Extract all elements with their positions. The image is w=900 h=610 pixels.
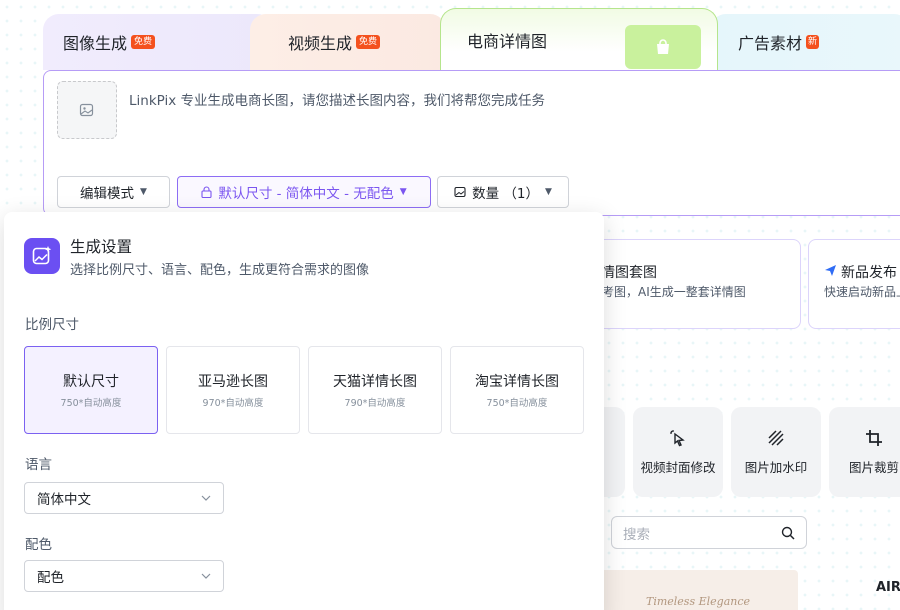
- generation-settings-panel: 生成设置 选择比例尺寸、语言、配色，生成更符合需求的图像 比例尺寸 默认尺寸 7…: [4, 212, 604, 610]
- image-icon: [454, 186, 466, 198]
- tab-image-generation[interactable]: 图像生成 免费: [43, 14, 273, 70]
- color-select[interactable]: 配色: [24, 560, 224, 592]
- language-select[interactable]: 简体中文: [24, 482, 224, 514]
- prompt-placeholder[interactable]: LinkPix 专业生成电商长图，请您描述长图内容，我们将帮您完成任务: [129, 89, 545, 109]
- ratio-size: 750*自动高度: [60, 398, 122, 409]
- settings-sparkle-icon: [24, 238, 60, 274]
- tab-ecommerce-detail[interactable]: 电商详情图: [440, 8, 718, 70]
- tool-label: 视频封面修改: [640, 459, 716, 475]
- lock-icon: [201, 186, 212, 198]
- ratio-size: 790*自动高度: [344, 398, 406, 409]
- image-upload-slot[interactable]: [57, 81, 117, 139]
- ratio-option-tmall[interactable]: 天猫详情长图 790*自动高度: [308, 346, 442, 434]
- language-value: 简体中文: [37, 492, 91, 508]
- shopping-bag-icon: [625, 25, 701, 69]
- prompt-box[interactable]: LinkPix 专业生成电商长图，请您描述长图内容，我们将帮您完成任务 编辑模式…: [43, 70, 900, 216]
- pointer-click-icon: [670, 429, 685, 446]
- tool-image-crop[interactable]: 图片裁剪: [829, 407, 900, 497]
- send-icon: [825, 265, 836, 276]
- tool-video-cover-edit[interactable]: 视频封面修改: [633, 407, 723, 497]
- tool-label: 图片加水印: [744, 459, 808, 475]
- card-desc: 考图，AI生成一整套详情图: [602, 285, 746, 299]
- card-title: 情图套图: [601, 265, 657, 281]
- panel-subtitle: 选择比例尺寸、语言、配色，生成更符合需求的图像: [70, 263, 370, 278]
- chevron-down-icon: ▼: [544, 187, 552, 197]
- edit-mode-dropdown[interactable]: 编辑模式 ▼: [57, 176, 170, 208]
- ratio-size: 970*自动高度: [202, 398, 264, 409]
- ratio-size: 750*自动高度: [486, 398, 548, 409]
- tab-label: 视频生成: [288, 34, 353, 53]
- crop-icon: [866, 429, 882, 446]
- color-section-label: 配色: [25, 537, 52, 553]
- search-placeholder: 搜索: [623, 526, 650, 543]
- size-language-color-dropdown[interactable]: 默认尺寸 - 简体中文 - 无配色 ▼: [177, 176, 431, 208]
- thumbnail-label: AIR: [876, 580, 900, 595]
- chevron-down-icon: ▼: [399, 187, 407, 197]
- chevron-down-icon: [201, 495, 211, 501]
- card-title: 新品发布: [841, 265, 897, 281]
- ratio-option-default[interactable]: 默认尺寸 750*自动高度: [24, 346, 158, 434]
- ratio-name: 默认尺寸: [63, 374, 119, 390]
- color-value: 配色: [37, 570, 64, 586]
- count-label: 数量 （1）: [472, 186, 539, 202]
- panel-title: 生成设置: [70, 238, 133, 256]
- tab-label: 电商详情图: [467, 31, 548, 51]
- mode-label: 编辑模式: [80, 186, 135, 202]
- quantity-dropdown[interactable]: 数量 （1） ▼: [437, 176, 569, 208]
- thumbnail-caption: Timeless Elegance: [645, 595, 751, 608]
- card-desc: 快速启动新品上: [824, 285, 900, 299]
- chevron-down-icon: ▼: [140, 187, 147, 197]
- tab-label: 广告素材: [738, 34, 803, 53]
- search-icon[interactable]: [781, 526, 795, 540]
- ratio-name: 淘宝详情长图: [475, 374, 559, 390]
- add-image-icon: [79, 103, 94, 117]
- ratio-name: 亚马逊长图: [198, 374, 268, 390]
- tool-image-watermark[interactable]: 图片加水印: [731, 407, 821, 497]
- free-badge: 免费: [356, 35, 381, 49]
- ratio-section-label: 比例尺寸: [25, 317, 79, 333]
- tab-video-generation[interactable]: 视频生成 免费: [250, 14, 446, 70]
- watermark-icon: [768, 429, 784, 446]
- free-badge: 免费: [131, 35, 156, 49]
- tab-ad-material[interactable]: 广告素材 新: [710, 14, 900, 70]
- template-thumbnail[interactable]: Timeless Elegance: [598, 570, 798, 610]
- feature-card-new-launch[interactable]: 新品发布 快速启动新品上: [808, 239, 900, 329]
- ratio-option-amazon[interactable]: 亚马逊长图 970*自动高度: [166, 346, 300, 434]
- ratio-name: 天猫详情长图: [333, 374, 417, 390]
- language-section-label: 语言: [25, 457, 52, 473]
- new-badge: 新: [806, 35, 820, 49]
- chevron-down-icon: [201, 573, 211, 579]
- ratio-option-taobao[interactable]: 淘宝详情长图 750*自动高度: [450, 346, 584, 434]
- search-input[interactable]: 搜索: [611, 516, 807, 549]
- size-label: 默认尺寸 - 简体中文 - 无配色: [218, 186, 394, 202]
- tab-label: 图像生成: [63, 34, 128, 53]
- tool-label: 图片裁剪: [848, 459, 899, 475]
